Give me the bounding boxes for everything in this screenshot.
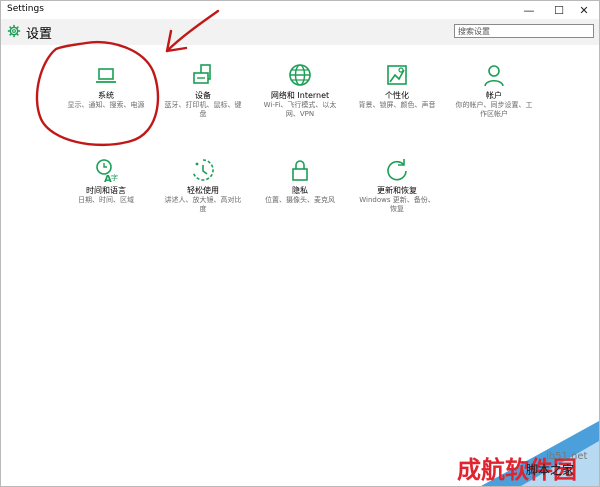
settings-window: Settings — ☐ ✕ 设置 搜索设置 系统 显示、通知、搜索、电源 设备… [0, 0, 600, 487]
title-bar: Settings — ☐ ✕ [1, 1, 599, 19]
tile-system[interactable]: 系统 显示、通知、搜索、电源 [60, 61, 152, 110]
tile-personalization[interactable]: 个性化 背景、锁屏、颜色、声音 [351, 61, 443, 110]
devices-icon [193, 64, 211, 84]
tile-time-language[interactable]: A 字 时间和语言 日期、时间、区域 [60, 156, 152, 205]
tile-label: 设备 [195, 91, 211, 100]
window-title: Settings [7, 4, 44, 14]
tile-description: 背景、锁屏、颜色、声音 [358, 101, 436, 109]
tile-description: 你的帐户、同步设置、工作区帐户 [455, 101, 533, 118]
tile-description: 显示、通知、搜索、电源 [67, 101, 145, 109]
laptop-icon [96, 68, 116, 83]
close-button[interactable]: ✕ [569, 1, 599, 19]
page-title: 设置 [26, 27, 53, 42]
tile-accounts[interactable]: 帐户 你的帐户、同步设置、工作区帐户 [448, 61, 540, 119]
tile-devices[interactable]: 设备 蓝牙、打印机、鼠标、键盘 [157, 61, 249, 119]
minimize-button[interactable]: — [514, 1, 544, 19]
gear-icon [7, 24, 21, 38]
tile-description: 讲述人、放大镜、高对比度 [164, 196, 242, 213]
svg-text:字: 字 [111, 173, 118, 182]
tile-label: 时间和语言 [86, 186, 126, 195]
tile-description: Windows 更新、备份、恢复 [359, 196, 435, 213]
tile-privacy[interactable]: 隐私 位置、摄像头、麦克风 [254, 156, 346, 205]
tile-description: Wi-Fi、飞行模式、以太网、VPN [263, 101, 337, 118]
tile-update-recovery[interactable]: 更新和恢复 Windows 更新、备份、恢复 [351, 156, 443, 214]
time-language-icon: A 字 [96, 159, 118, 184]
tile-ease-of-access[interactable]: 轻松使用 讲述人、放大镜、高对比度 [157, 156, 249, 214]
tile-label: 隐私 [292, 186, 308, 195]
refresh-icon [387, 159, 407, 181]
tile-label: 更新和恢复 [377, 186, 417, 195]
lock-icon [292, 160, 308, 181]
tile-label: 帐户 [486, 91, 502, 100]
tile-description: 蓝牙、打印机、鼠标、键盘 [164, 101, 242, 118]
person-icon [484, 65, 504, 87]
tile-label: 网络和 Internet [270, 91, 330, 100]
personalization-icon [387, 65, 407, 85]
tile-description: 位置、摄像头、麦克风 [265, 196, 335, 204]
search-input[interactable]: 搜索设置 [454, 24, 594, 38]
tile-network[interactable]: 网络和 Internet Wi-Fi、飞行模式、以太网、VPN [254, 61, 346, 119]
watermark-brand: 脚本之家 [526, 463, 575, 477]
ease-of-access-icon [192, 159, 214, 181]
globe-icon [289, 64, 311, 86]
tile-label: 个性化 [385, 91, 409, 100]
tile-label: 系统 [98, 91, 114, 100]
tile-label: 轻松使用 [187, 186, 219, 195]
tile-description: 日期、时间、区域 [78, 196, 134, 204]
